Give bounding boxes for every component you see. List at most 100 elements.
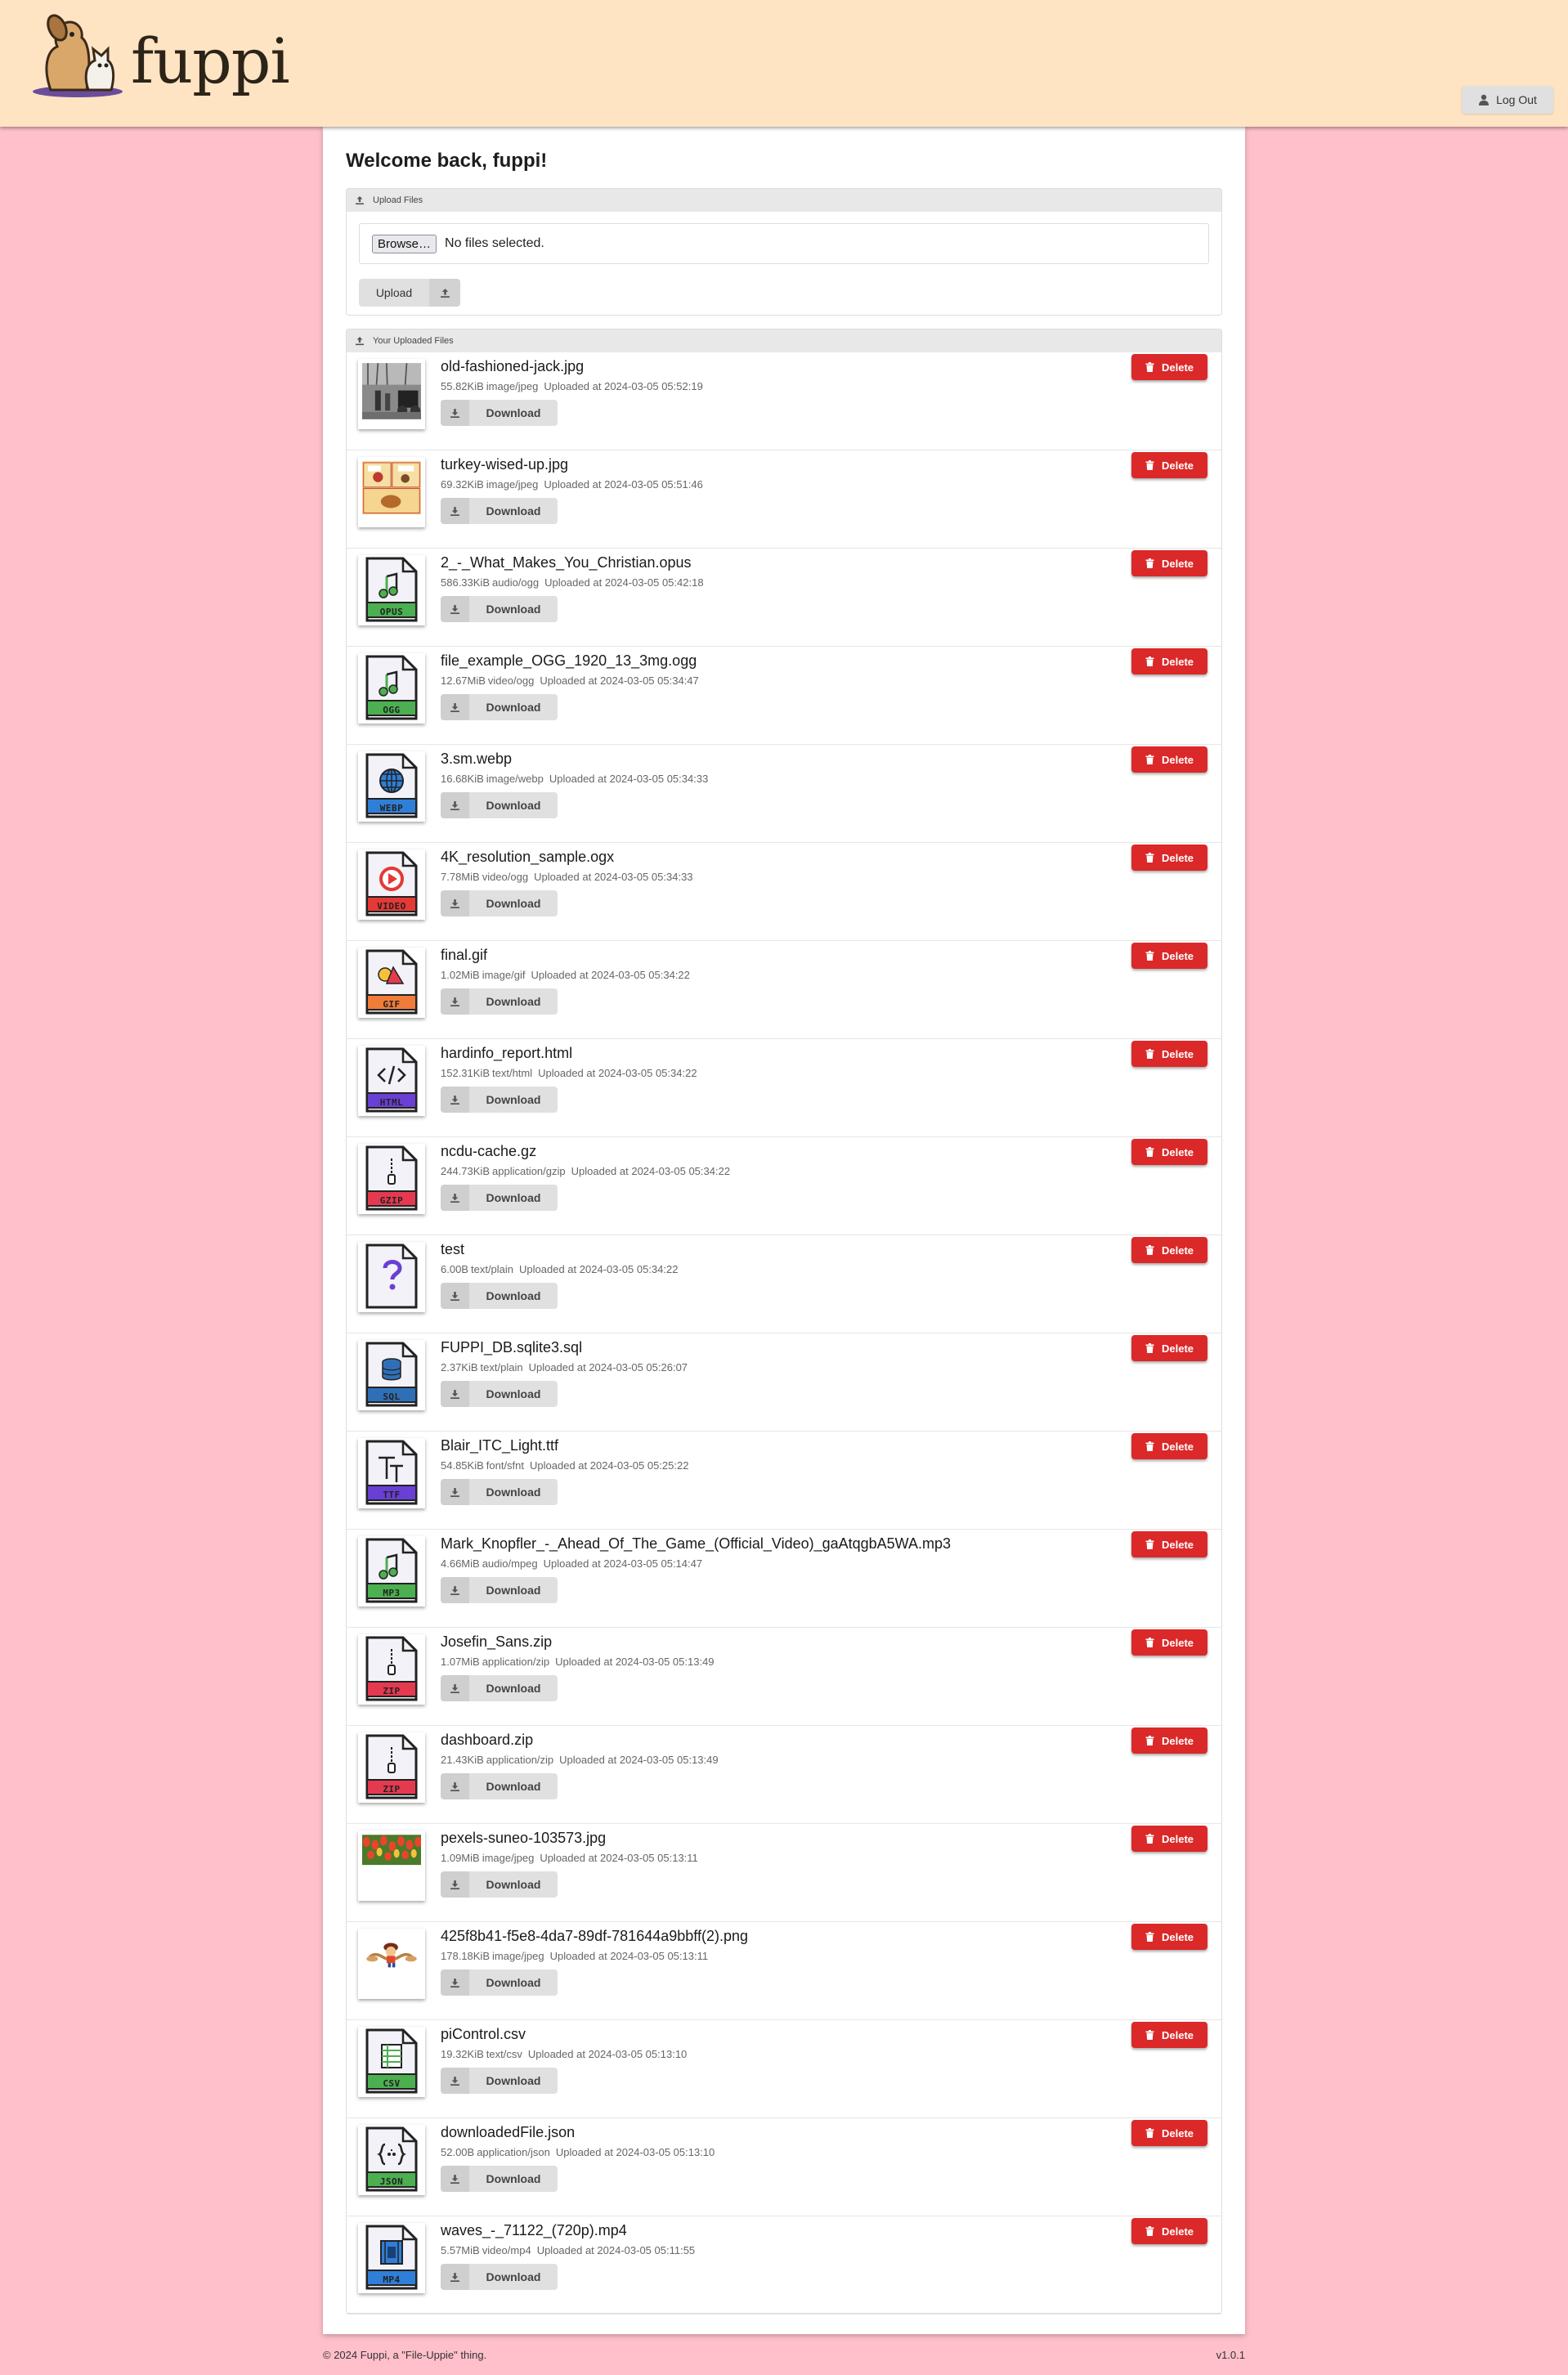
- file-name[interactable]: file_example_OGG_1920_13_3mg.ogg: [441, 652, 697, 670]
- file-name[interactable]: hardinfo_report.html: [441, 1045, 572, 1062]
- file-row: HTML hardinfo_report.html 152.31KiB text/ht…: [347, 1039, 1221, 1137]
- delete-button[interactable]: Delete: [1131, 1139, 1207, 1165]
- image-thumbnail[interactable]: [358, 359, 425, 429]
- file-name[interactable]: turkey-wised-up.jpg: [441, 456, 568, 473]
- file-name[interactable]: Blair_ITC_Light.ttf: [441, 1437, 558, 1454]
- delete-button[interactable]: Delete: [1131, 1433, 1207, 1459]
- film-file-icon[interactable]: MP4: [358, 2223, 425, 2293]
- music-file-icon[interactable]: MP3: [358, 1536, 425, 1606]
- download-button[interactable]: Download: [441, 1577, 558, 1603]
- zip-file-icon[interactable]: ZIP: [358, 1634, 425, 1705]
- file-name[interactable]: Mark_Knopfler_-_Ahead_Of_The_Game_(Offic…: [441, 1535, 951, 1553]
- fuppi-logo[interactable]: fuppi: [33, 10, 290, 112]
- browse-button[interactable]: Browse…: [372, 234, 437, 253]
- file-name[interactable]: downloadedFile.json: [441, 2124, 575, 2141]
- code-file-icon[interactable]: HTML: [358, 1046, 425, 1116]
- file-name[interactable]: 3.sm.webp: [441, 751, 512, 768]
- delete-button[interactable]: Delete: [1131, 550, 1207, 576]
- globe-file-icon[interactable]: WEBP: [358, 751, 425, 822]
- download-icon-wrap: [441, 400, 469, 426]
- file-meta: 586.33KiB audio/ogg Uploaded at 2024-03-05…: [441, 576, 704, 589]
- image-thumbnail[interactable]: [358, 1831, 425, 1901]
- file-name[interactable]: Josefin_Sans.zip: [441, 1633, 552, 1651]
- file-name[interactable]: 425f8b41-f5e8-4da7-89df-781644a9bbff(2).…: [441, 1928, 748, 1945]
- delete-button[interactable]: Delete: [1131, 1531, 1207, 1557]
- zip-file-icon[interactable]: GZIP: [358, 1144, 425, 1214]
- download-button[interactable]: Download: [441, 400, 558, 426]
- file-input[interactable]: Browse… No files selected.: [359, 223, 1209, 264]
- download-button[interactable]: Download: [441, 1381, 558, 1407]
- download-button[interactable]: Download: [441, 1969, 558, 1996]
- download-button[interactable]: Download: [441, 1479, 558, 1505]
- file-type-badge: JSON: [379, 2176, 404, 2187]
- download-button[interactable]: Download: [441, 890, 558, 916]
- download-button[interactable]: Download: [441, 694, 558, 720]
- download-button[interactable]: Download: [441, 1087, 558, 1113]
- delete-button[interactable]: Delete: [1131, 648, 1207, 674]
- delete-button[interactable]: Delete: [1131, 2120, 1207, 2146]
- download-button[interactable]: Download: [441, 988, 558, 1015]
- download-button[interactable]: Download: [441, 1185, 558, 1211]
- file-name[interactable]: old-fashioned-jack.jpg: [441, 358, 584, 375]
- font-file-icon[interactable]: TTF: [358, 1438, 425, 1508]
- delete-button[interactable]: Delete: [1131, 1727, 1207, 1754]
- delete-button[interactable]: Delete: [1131, 943, 1207, 969]
- delete-button[interactable]: Delete: [1131, 2022, 1207, 2048]
- delete-button[interactable]: Delete: [1131, 746, 1207, 773]
- download-label: Download: [469, 2264, 558, 2290]
- delete-button[interactable]: Delete: [1131, 1826, 1207, 1852]
- file-row: TTF Blair_ITC_Light.ttf 54.85KiB font/sfnt U…: [347, 1432, 1221, 1530]
- delete-button[interactable]: Delete: [1131, 354, 1207, 380]
- file-name[interactable]: FUPPI_DB.sqlite3.sql: [441, 1339, 582, 1356]
- file-size: 178.18KiB: [441, 1950, 490, 1962]
- zip-file-icon[interactable]: ZIP: [358, 1732, 425, 1803]
- download-button[interactable]: Download: [441, 2166, 558, 2192]
- file-name[interactable]: 4K_resolution_sample.ogx: [441, 849, 614, 866]
- file-name[interactable]: waves_-_71122_(720p).mp4: [441, 2222, 627, 2239]
- file-name[interactable]: test: [441, 1241, 464, 1258]
- database-file-icon[interactable]: SQL: [358, 1340, 425, 1410]
- question-file-icon[interactable]: [358, 1242, 425, 1312]
- delete-button[interactable]: Delete: [1131, 1041, 1207, 1067]
- download-button[interactable]: Download: [441, 2068, 558, 2094]
- delete-button[interactable]: Delete: [1131, 452, 1207, 478]
- download-button[interactable]: Download: [441, 498, 558, 524]
- delete-button[interactable]: Delete: [1131, 1924, 1207, 1950]
- download-button[interactable]: Download: [441, 596, 558, 622]
- site-header: fuppi Log Out: [0, 0, 1568, 127]
- download-button[interactable]: Download: [441, 792, 558, 818]
- play-file-icon[interactable]: VIDEO: [358, 849, 425, 920]
- file-name[interactable]: final.gif: [441, 947, 487, 964]
- download-label: Download: [469, 792, 558, 818]
- delete-button[interactable]: Delete: [1131, 1335, 1207, 1361]
- file-uploaded-at: Uploaded at 2024-03-05 05:51:46: [544, 478, 703, 491]
- delete-label: Delete: [1161, 1832, 1194, 1845]
- file-name[interactable]: ncdu-cache.gz: [441, 1143, 536, 1160]
- download-button[interactable]: Download: [441, 1773, 558, 1799]
- delete-button[interactable]: Delete: [1131, 2218, 1207, 2244]
- download-button[interactable]: Download: [441, 1871, 558, 1898]
- delete-button[interactable]: Delete: [1131, 1629, 1207, 1656]
- file-name[interactable]: dashboard.zip: [441, 1732, 533, 1749]
- sheet-file-icon[interactable]: CSV: [358, 2027, 425, 2097]
- image-thumbnail[interactable]: [358, 1929, 425, 1999]
- download-button[interactable]: Download: [441, 1675, 558, 1701]
- shapes-file-icon[interactable]: GIF: [358, 948, 425, 1018]
- logout-button[interactable]: Log Out: [1462, 86, 1553, 114]
- file-meta: 178.18KiB image/jpeg Uploaded at 2024-03-0…: [441, 1950, 708, 1962]
- music-file-icon[interactable]: OPUS: [358, 555, 425, 625]
- delete-button[interactable]: Delete: [1131, 1237, 1207, 1263]
- delete-label: Delete: [1161, 1440, 1194, 1453]
- file-name[interactable]: piControl.csv: [441, 2026, 526, 2043]
- upload-button[interactable]: Upload: [359, 279, 460, 307]
- download-button[interactable]: Download: [441, 2264, 558, 2290]
- image-thumbnail[interactable]: [358, 457, 425, 527]
- file-name[interactable]: 2_-_What_Makes_You_Christian.opus: [441, 554, 692, 571]
- download-button[interactable]: Download: [441, 1283, 558, 1309]
- file-name[interactable]: pexels-suneo-103573.jpg: [441, 1830, 606, 1847]
- music-file-icon[interactable]: OGG: [358, 653, 425, 724]
- download-icon-wrap: [441, 596, 469, 622]
- main-panel: Welcome back, fuppi! Upload Files Browse…: [323, 127, 1245, 2334]
- braces-file-icon[interactable]: JSON: [358, 2125, 425, 2195]
- delete-button[interactable]: Delete: [1131, 845, 1207, 871]
